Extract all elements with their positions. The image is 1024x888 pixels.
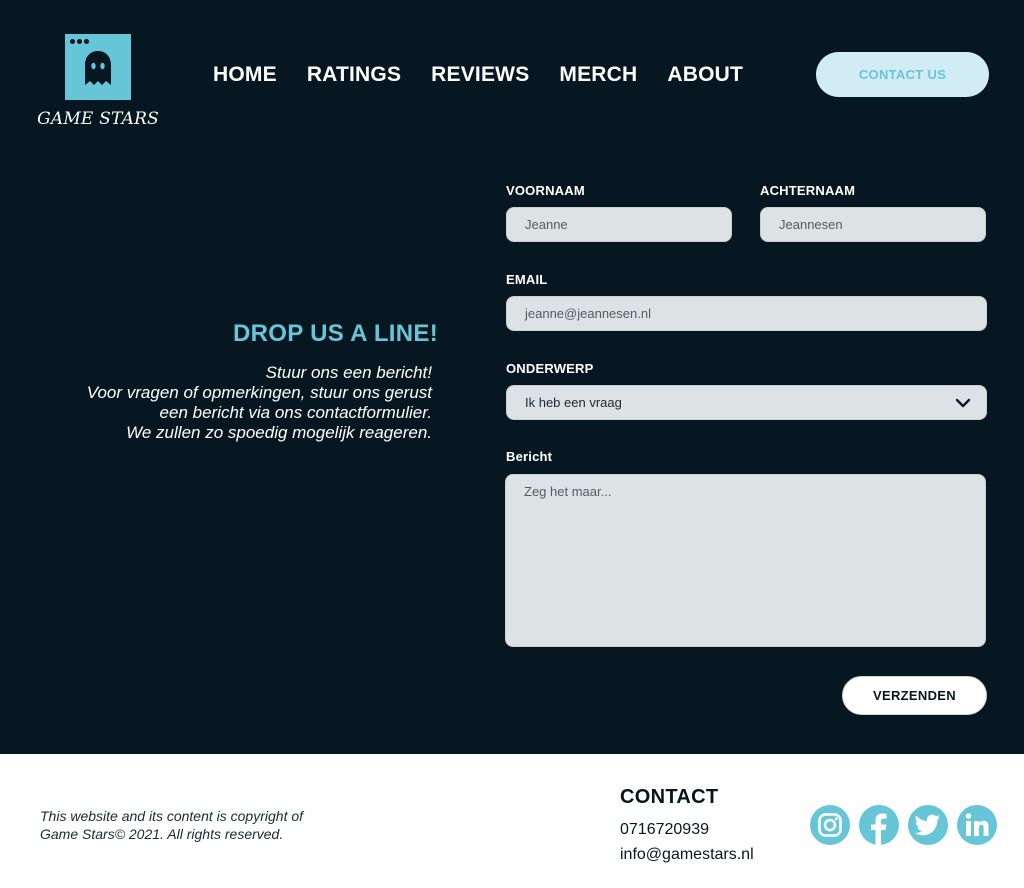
logo-badge [65,34,131,100]
contact-us-button[interactable]: CONTACT US [816,52,989,97]
nav-ratings[interactable]: RATINGS [307,63,401,87]
footer-email[interactable]: info@gamestars.nl [620,846,754,864]
email-input[interactable]: jeanne@jeannesen.nl [506,296,987,331]
email-label: EMAIL [506,272,548,287]
subject-select[interactable]: Ik heb een vraag [506,385,987,420]
header-and-form-section: GAME STARS HOME RATINGS REVIEWS MERCH AB… [0,0,1024,754]
logo[interactable]: GAME STARS [34,33,162,129]
last-name-label: ACHTERNAAM [760,183,856,198]
last-name-input[interactable]: Jeannesen [760,207,986,242]
nav-about[interactable]: ABOUT [667,63,743,87]
copyright-text: This website and its content is copyrigh… [40,808,304,842]
intro-text: Stuur ons een bericht! Voor vragen of op… [86,363,432,442]
first-name-label: VOORNAAM [506,183,585,198]
first-name-input[interactable]: Jeanne [506,207,732,242]
nav-home[interactable]: HOME [213,63,277,87]
footer-phone[interactable]: 0716720939 [620,821,709,839]
message-textarea[interactable]: Zeg het maar... [505,474,986,647]
twitter-icon[interactable] [908,805,948,845]
intro-title: DROP US A LINE! [233,320,438,347]
footer-contact-title: CONTACT [620,786,719,808]
nav-reviews[interactable]: REVIEWS [431,63,529,87]
linkedin-icon[interactable] [957,805,997,845]
subject-label: ONDERWERP [506,361,594,376]
chevron-down-icon [955,398,971,408]
main-nav: HOME RATINGS REVIEWS MERCH ABOUT [213,63,773,87]
logo-text: GAME STARS [37,109,159,129]
window-dots-icon [70,39,89,44]
facebook-icon[interactable] [859,805,899,845]
send-button[interactable]: VERZENDEN [842,676,987,715]
subject-selected-value: Ik heb een vraag [525,395,622,410]
message-label: Bericht [506,449,553,464]
nav-merch[interactable]: MERCH [559,63,637,87]
instagram-icon[interactable] [810,805,850,845]
ghost-icon [85,51,111,85]
